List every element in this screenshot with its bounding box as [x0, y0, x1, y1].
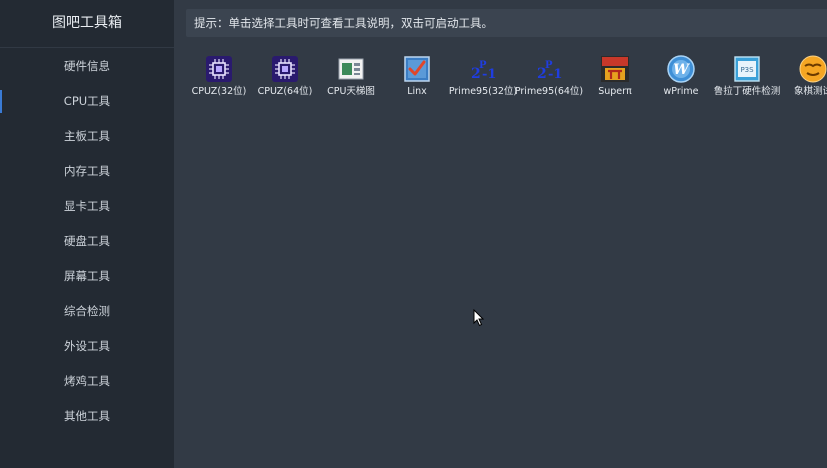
cpu-chip-icon	[271, 55, 299, 83]
tool-label: Superπ	[598, 86, 632, 97]
mersenne-icon: 2 P -1	[535, 55, 563, 83]
tool-label: 鲁拉丁硬件检测	[713, 86, 781, 97]
tool-cpu-ladder[interactable]: CPU天梯图	[316, 55, 386, 98]
tool-linx[interactable]: Linx	[382, 55, 452, 98]
sidebar-item-motherboard-tools[interactable]: 主板工具	[0, 119, 174, 154]
tool-prime95-32[interactable]: 2 P -1 Prime95(32位)	[448, 55, 518, 98]
sidebar-item-cpu-tools[interactable]: CPU工具	[0, 84, 174, 119]
tool-cpuz-64[interactable]: CPUZ(64位)	[250, 55, 320, 98]
sidebar-item-other-tools[interactable]: 其他工具	[0, 399, 174, 434]
sidebar-item-screen-tools[interactable]: 屏幕工具	[0, 259, 174, 294]
tool-label: 象棋测试	[793, 86, 827, 97]
tool-wprime[interactable]: W wPrime	[646, 55, 716, 98]
tool-label: Prime95(32位)	[448, 86, 518, 97]
sidebar-item-overall-test[interactable]: 综合检测	[0, 294, 174, 329]
svg-text:-1: -1	[548, 67, 562, 82]
svg-text:P3S: P3S	[740, 66, 754, 74]
sidebar-item-peripheral-tools[interactable]: 外设工具	[0, 329, 174, 364]
face-icon	[799, 55, 827, 83]
sidebar-item-memory-tools[interactable]: 内存工具	[0, 154, 174, 189]
svg-text:-1: -1	[482, 67, 496, 82]
tool-label: Linx	[407, 86, 427, 97]
wprime-icon: W	[667, 55, 695, 83]
sidebar-item-stress-tools[interactable]: 烤鸡工具	[0, 364, 174, 399]
ladder-chart-icon	[337, 55, 365, 83]
svg-text:W: W	[673, 62, 690, 78]
tool-label: CPUZ(32位)	[191, 86, 247, 97]
mersenne-icon: 2 P -1	[469, 55, 497, 83]
p3s-icon: P3S	[733, 55, 761, 83]
tool-label: wPrime	[663, 86, 699, 97]
mouse-cursor-icon	[473, 308, 485, 331]
app-title: 图吧工具箱	[0, 0, 174, 48]
main-panel: 提示：单击选择工具时可查看工具说明，双击可启动工具。 CPUZ(32位) CPU…	[174, 0, 827, 468]
tool-super-pi[interactable]: Superπ	[580, 55, 650, 98]
tool-label: CPU天梯图	[327, 86, 375, 97]
tool-hardware-check[interactable]: P3S 鲁拉丁硬件检测	[712, 55, 782, 98]
sidebar-item-disk-tools[interactable]: 硬盘工具	[0, 224, 174, 259]
tool-label: CPUZ(64位)	[257, 86, 313, 97]
tool-cpuz-32[interactable]: CPUZ(32位)	[184, 55, 254, 98]
hint-bar: 提示：单击选择工具时可查看工具说明，双击可启动工具。	[186, 9, 827, 37]
checkbox-icon	[403, 55, 431, 83]
sidebar: 图吧工具箱 硬件信息 CPU工具 主板工具 内存工具 显卡工具 硬盘工具 屏幕工…	[0, 0, 174, 468]
cpu-chip-icon	[205, 55, 233, 83]
tool-chess-test[interactable]: 象棋测试	[778, 55, 827, 98]
sidebar-item-gpu-tools[interactable]: 显卡工具	[0, 189, 174, 224]
tool-label: Prime95(64位)	[514, 86, 584, 97]
tool-prime95-64[interactable]: 2 P -1 Prime95(64位)	[514, 55, 584, 98]
super-pi-icon	[601, 55, 629, 83]
sidebar-nav: 硬件信息 CPU工具 主板工具 内存工具 显卡工具 硬盘工具 屏幕工具 综合检测…	[0, 48, 174, 434]
sidebar-item-hardware-info[interactable]: 硬件信息	[0, 48, 174, 84]
